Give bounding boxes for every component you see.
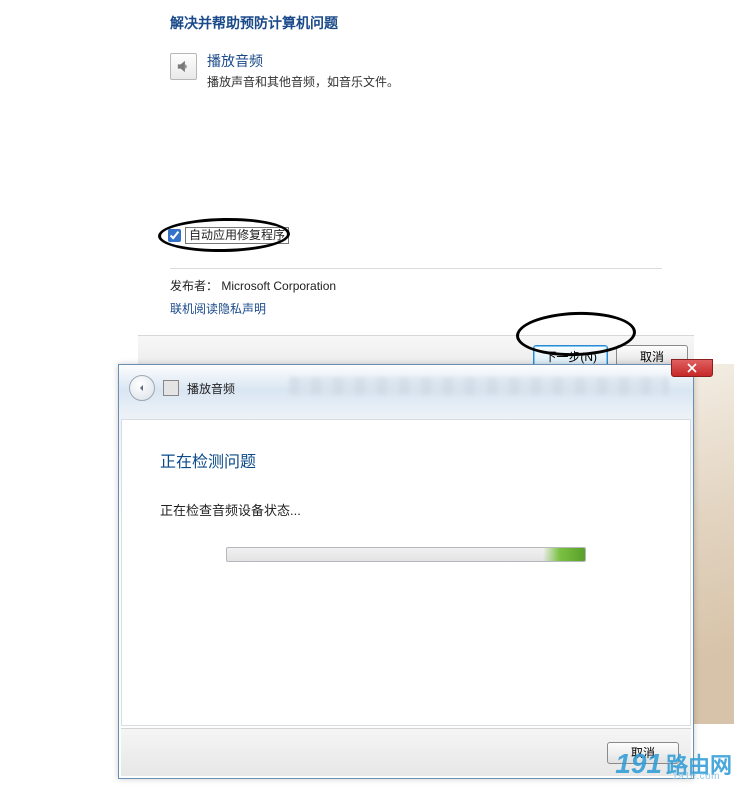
arrow-left-icon — [136, 382, 148, 394]
diagnostic-body: 正在检测问题 正在检查音频设备状态... — [121, 419, 691, 726]
publisher-name: Microsoft Corporation — [221, 279, 336, 293]
troubleshooter-text: 播放音频 播放声音和其他音频，如音乐文件。 — [207, 51, 399, 90]
diagnostic-footer: 取消 — [121, 728, 691, 776]
publisher-row: 发布者： Microsoft Corporation — [170, 277, 694, 294]
troubleshoot-panel: 解决并帮助预防计算机问题 播放音频 播放声音和其他音频，如音乐文件。 — [170, 13, 690, 90]
category-heading: 解决并帮助预防计算机问题 — [170, 13, 690, 33]
troubleshooter-play-audio[interactable]: 播放音频 播放声音和其他音频，如音乐文件。 — [170, 51, 690, 90]
privacy-link[interactable]: 联机阅读隐私声明 — [170, 300, 266, 317]
diagnostic-status: 正在检查音频设备状态... — [160, 500, 652, 519]
window-title: 播放音频 — [187, 380, 235, 397]
auto-fix-checkbox[interactable] — [168, 229, 181, 242]
troubleshooter-desc: 播放声音和其他音频，如音乐文件。 — [207, 73, 399, 90]
speaker-icon — [170, 53, 197, 80]
troubleshooter-title: 播放音频 — [207, 51, 399, 71]
background-strip — [694, 364, 734, 724]
titlebar: 播放音频 — [119, 365, 693, 411]
auto-fix-label: 自动应用修复程序 — [185, 227, 289, 244]
progress-bar — [226, 547, 586, 562]
back-button[interactable] — [129, 375, 155, 401]
progress-fill — [543, 548, 585, 561]
publisher-prefix: 发布者： — [170, 279, 218, 293]
diagnostic-window: 播放音频 正在检测问题 正在检查音频设备状态... 取消 — [118, 364, 694, 779]
separator — [170, 268, 662, 269]
window-icon — [163, 380, 179, 396]
dialog-footer-area: 自动应用修复程序 发布者： Microsoft Corporation 联机阅读… — [138, 227, 694, 376]
diag-cancel-button[interactable]: 取消 — [607, 742, 679, 764]
titlebar-blur — [289, 377, 669, 395]
diagnostic-heading: 正在检测问题 — [160, 448, 652, 472]
auto-fix-checkbox-row: 自动应用修复程序 — [168, 227, 694, 244]
